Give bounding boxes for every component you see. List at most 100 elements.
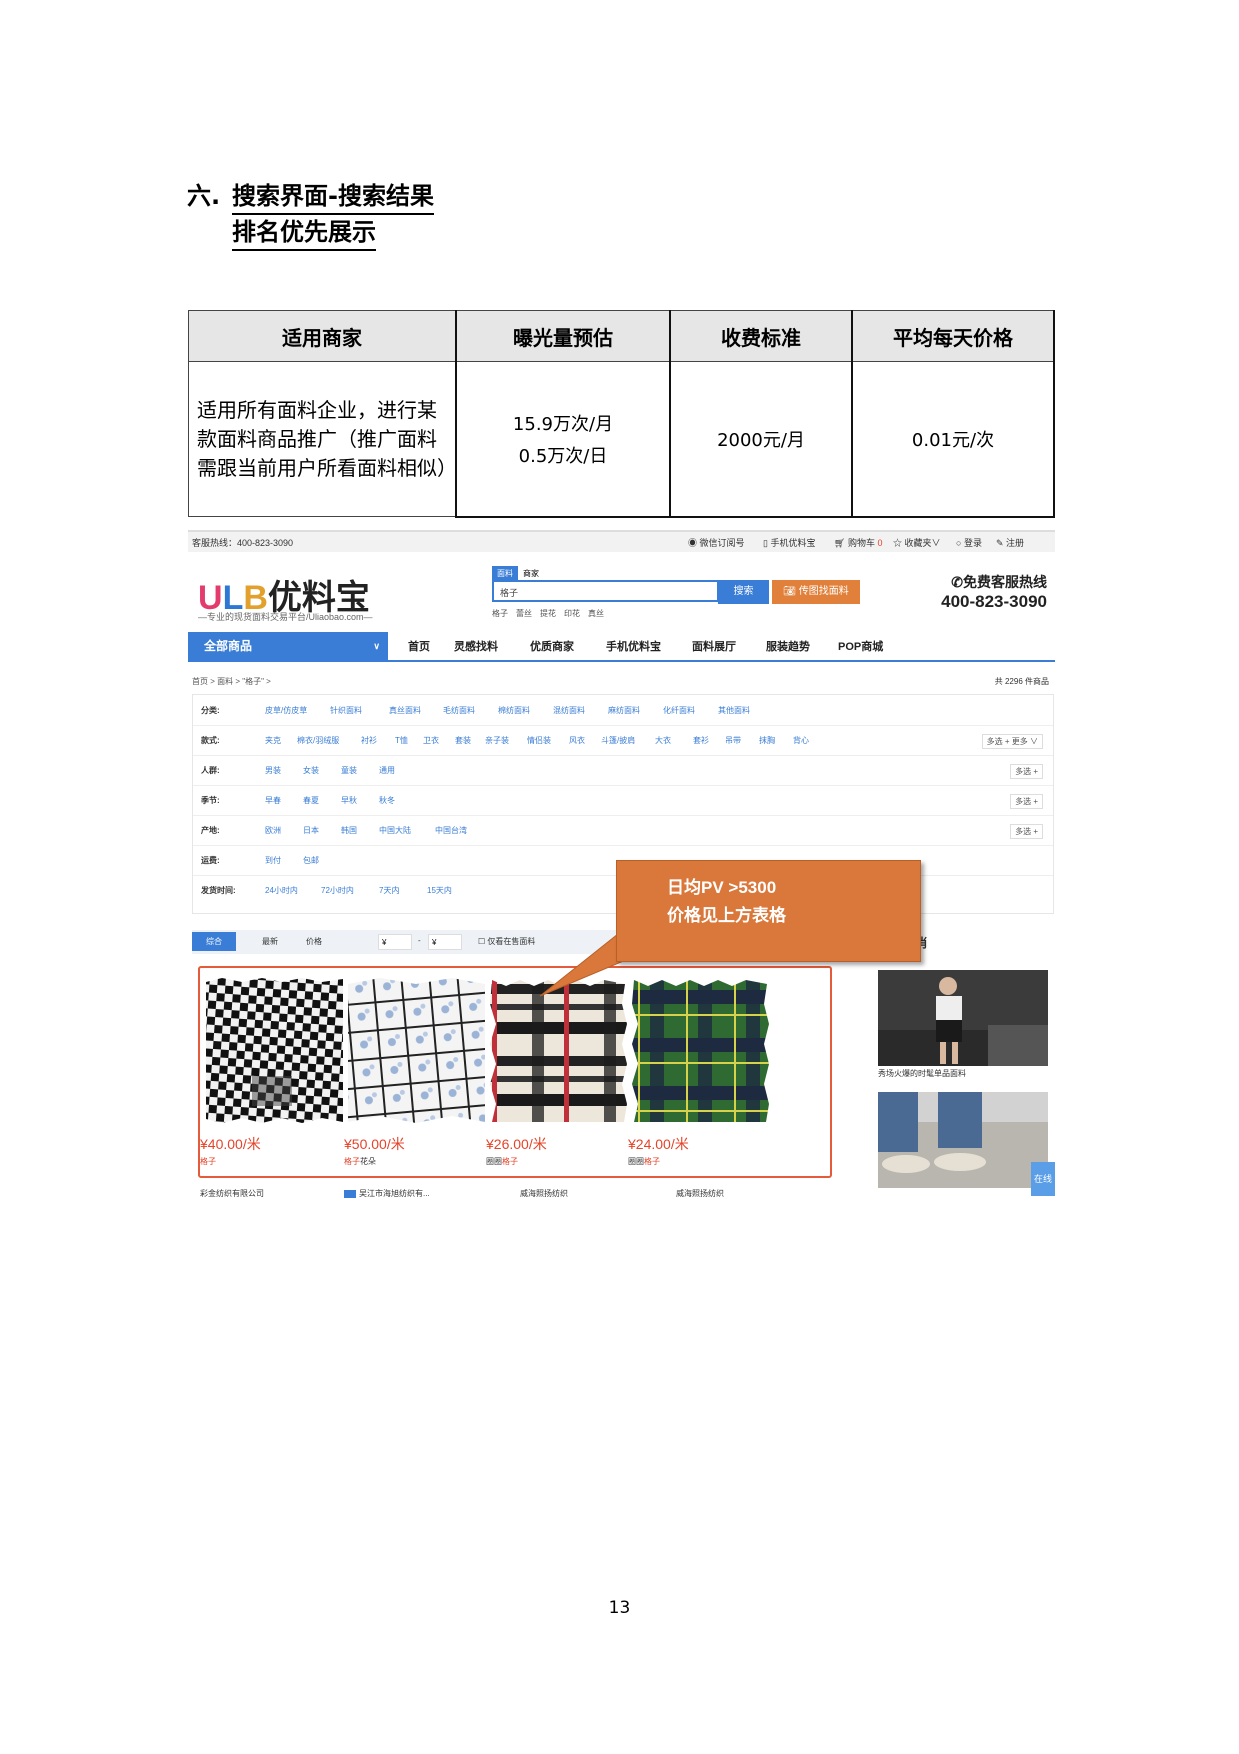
all-categories-button[interactable]: 全部商品 ∨ [188, 632, 388, 660]
filter-option[interactable]: 亲子装 [485, 735, 509, 746]
nav-merchants[interactable]: 优质商家 [530, 638, 574, 654]
filter-option[interactable]: 韩国 [341, 825, 357, 836]
website-screenshot: 客服热线：400-823-3090 ◉ 微信订阅号 ▯ 手机优料宝 🛒︎ 购物车… [188, 530, 1055, 1200]
top-bar: 客服热线：400-823-3090 ◉ 微信订阅号 ▯ 手机优料宝 🛒︎ 购物车… [188, 530, 1055, 552]
tab-merchant[interactable]: 商家 [518, 566, 544, 581]
wechat-link[interactable]: ◉ 微信订阅号 [688, 536, 745, 549]
login-link[interactable]: ○ 登录 [956, 536, 982, 549]
filter-option[interactable]: 风衣 [569, 735, 585, 746]
filter-row: 产地: 欧洲 日本 韩国 中国大陆 中国台湾 多选 + [193, 815, 1053, 846]
filter-option[interactable]: 斗篷/披肩 [601, 735, 635, 746]
filter-option[interactable]: 72小时内 [321, 885, 354, 896]
filter-option[interactable]: 15天内 [427, 885, 452, 896]
online-chat-button[interactable]: 在线 [1031, 1162, 1055, 1196]
seller-name[interactable]: 威海照扬纺织 [520, 1188, 568, 1199]
filter-option[interactable]: 针织面料 [330, 705, 362, 716]
header-daily-price: 平均每天价格 [851, 310, 1055, 362]
hot-keyword[interactable]: 印花 [564, 609, 580, 618]
hotline-title: ✆免费客服热线 [951, 574, 1047, 590]
nav-inspiration[interactable]: 灵感找料 [454, 638, 498, 654]
seller-name[interactable]: 威海照扬纺织 [676, 1188, 724, 1199]
page-number: 13 [608, 1598, 631, 1618]
only-on-sale-checkbox[interactable]: ☐ 仅看在售面料 [478, 936, 535, 947]
filter-option[interactable]: 24小时内 [265, 885, 298, 896]
filter-option[interactable]: 衬衫 [361, 735, 377, 746]
price-max-input[interactable]: ¥ [428, 934, 462, 950]
filter-option[interactable]: 早春 [265, 795, 281, 806]
filter-option[interactable]: 背心 [793, 735, 809, 746]
filter-option[interactable]: 男装 [265, 765, 281, 776]
product-image[interactable] [628, 976, 773, 1126]
jeans-photo[interactable] [878, 1092, 1048, 1188]
callout-pointer [539, 933, 627, 997]
sort-price[interactable]: 价格 [306, 936, 322, 947]
filter-option[interactable]: 通用 [379, 765, 395, 776]
filter-option[interactable]: 中国台湾 [435, 825, 467, 836]
register-link[interactable]: ✎ 注册 [996, 536, 1024, 549]
filter-option[interactable]: 包邮 [303, 855, 319, 866]
filter-more[interactable]: 多选 + 更多 ∨ [981, 734, 1043, 749]
filter-option[interactable]: 春夏 [303, 795, 319, 806]
mobile-link[interactable]: ▯ 手机优料宝 [763, 536, 815, 549]
section-title-line2: 排名优先展示 [232, 212, 376, 251]
filter-option[interactable]: 麻纺面料 [608, 705, 640, 716]
filter-option[interactable]: 大衣 [655, 735, 671, 746]
sort-latest[interactable]: 最新 [262, 936, 278, 947]
search-tabs: 面料 商家 [492, 566, 544, 581]
filter-option[interactable]: 童装 [341, 765, 357, 776]
filter-option[interactable]: 毛纺面料 [443, 705, 475, 716]
filter-option[interactable]: 情侣装 [527, 735, 551, 746]
sort-default[interactable]: 综合 [192, 932, 236, 951]
filter-option[interactable]: 7天内 [379, 885, 399, 896]
filter-multi-select[interactable]: 多选 + [1010, 794, 1043, 809]
filter-option[interactable]: 日本 [303, 825, 319, 836]
filter-option[interactable]: 混纺面料 [553, 705, 585, 716]
filter-option[interactable]: 欧洲 [265, 825, 281, 836]
hot-keyword[interactable]: 真丝 [588, 609, 604, 618]
filter-option[interactable]: 到付 [265, 855, 281, 866]
seller-name[interactable]: 吴江市海旭纺织有... [344, 1188, 430, 1199]
filter-option[interactable]: 棉纺面料 [498, 705, 530, 716]
filter-option[interactable]: 中国大陆 [379, 825, 411, 836]
nav-mobile[interactable]: 手机优料宝 [606, 638, 661, 654]
search-input[interactable]: 格子 [492, 580, 719, 602]
favorites-link[interactable]: ☆ 收藏夹∨ [893, 536, 941, 549]
nav-home[interactable]: 首页 [408, 638, 430, 654]
filter-option[interactable]: 秋冬 [379, 795, 395, 806]
image-search-button[interactable]: 📷︎ 传图找面料 [772, 580, 860, 604]
filter-option[interactable]: 套装 [455, 735, 471, 746]
search-button[interactable]: 搜索 [718, 580, 769, 604]
callout-line1: 日均PV >5300 [667, 878, 777, 897]
filter-option[interactable]: 抹胸 [759, 735, 775, 746]
hot-keyword[interactable]: 提花 [540, 609, 556, 618]
filter-option[interactable]: 皮草/仿皮草 [265, 705, 307, 716]
filter-option[interactable]: 夹克 [265, 735, 281, 746]
filter-multi-select[interactable]: 多选 + [1010, 764, 1043, 779]
pricing-table: 适用商家 曝光量预估 收费标准 平均每天价格 适用所有面料企业，进行某款面料商品… [188, 310, 1055, 518]
hot-keyword[interactable]: 蕾丝 [516, 609, 532, 618]
logo-slogan: —专业的现货面料交易平台/Uliaobao.com— [198, 612, 373, 622]
nav-pop[interactable]: POP商城 [838, 638, 883, 654]
table-header-row: 适用商家 曝光量预估 收费标准 平均每天价格 [188, 310, 1055, 362]
nav-showroom[interactable]: 面料展厅 [692, 638, 736, 654]
filter-option[interactable]: 化纤面料 [663, 705, 695, 716]
filter-option[interactable]: 真丝面料 [389, 705, 421, 716]
runway-photo[interactable] [878, 970, 1048, 1066]
seller-name[interactable]: 彩金纺织有限公司 [200, 1188, 264, 1199]
product-image[interactable] [202, 976, 347, 1126]
filter-multi-select[interactable]: 多选 + [1010, 824, 1043, 839]
filter-option[interactable]: 早秋 [341, 795, 357, 806]
filter-option[interactable]: 套衫 [693, 735, 709, 746]
product-image[interactable] [344, 976, 489, 1126]
nav-trends[interactable]: 服装趋势 [766, 638, 810, 654]
filter-option[interactable]: 女装 [303, 765, 319, 776]
filter-option[interactable]: 吊带 [725, 735, 741, 746]
cart-link[interactable]: 🛒︎ 购物车 0 [834, 536, 882, 549]
filter-option[interactable]: 棉衣/羽绒服 [297, 735, 339, 746]
filter-option[interactable]: 卫衣 [423, 735, 439, 746]
filter-option[interactable]: 其他面料 [718, 705, 750, 716]
price-min-input[interactable]: ¥ [378, 934, 412, 950]
tab-fabric[interactable]: 面料 [492, 566, 518, 581]
filter-option[interactable]: T恤 [395, 735, 408, 746]
hot-keyword[interactable]: 格子 [492, 609, 508, 618]
